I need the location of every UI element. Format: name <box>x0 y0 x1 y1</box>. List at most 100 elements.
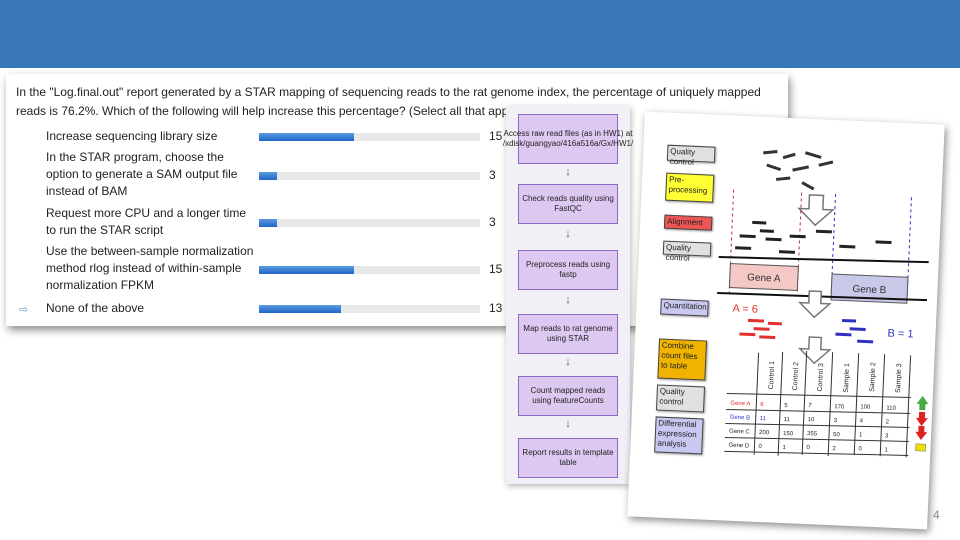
flow-step-3: Preprocess reads using fastp <box>518 250 618 290</box>
table-cell: 0 <box>806 445 810 451</box>
gene-a-boundary <box>728 189 803 297</box>
row-gene-c: Gene C <box>729 429 751 436</box>
poll-option-3-bar-fill <box>259 219 277 227</box>
poll-option-4-label: Use the between-sample normalization met… <box>46 244 254 292</box>
diagram-label-quantitation: Quantitation <box>660 298 709 317</box>
table-cell: 1 <box>859 432 863 438</box>
col-sample-2: Sample 2 <box>869 362 877 392</box>
table-cell: 2 <box>832 446 836 452</box>
aligned-reads <box>735 220 892 254</box>
table-cell: 3 <box>834 418 838 424</box>
flow-step-5: Count mapped reads using featureCounts <box>518 376 618 416</box>
col-control-3: Control 3 <box>817 363 825 392</box>
table-cell: 6 <box>760 402 764 408</box>
diagram-label-quality-control-2: Quality control <box>662 240 712 263</box>
table-cell: 0 <box>858 446 862 452</box>
diagram-card: Quality control Pre-processing Alignment… <box>627 111 945 530</box>
poll-option-3-count: 3 <box>489 215 496 229</box>
gene-b-label: Gene B <box>852 284 887 296</box>
gene-a-box <box>728 263 799 291</box>
table-cell: 1 <box>884 447 888 453</box>
poll-option-5-label: None of the above <box>46 301 145 315</box>
poll-option-4-bar-fill <box>259 266 355 274</box>
gene-a-count: A = 6 <box>732 303 758 316</box>
genome-line <box>718 256 929 264</box>
diagram-label-alignment: Alignment <box>663 214 713 231</box>
table-cell: 4 <box>860 418 864 424</box>
gene-b-boundary <box>830 194 912 302</box>
slide-number: 4 <box>933 508 940 522</box>
down-arrow-icon <box>797 336 832 365</box>
poll-option-3-bar <box>259 219 480 227</box>
row-gene-d: Gene D <box>728 443 750 450</box>
table-cell: 50 <box>833 432 841 438</box>
poll-option-1-bar <box>259 133 480 141</box>
poll-option-5-bar <box>259 305 480 313</box>
poll-option-5-bar-fill <box>259 305 341 313</box>
diagram-label-quality-control-3: Quality control <box>655 384 706 413</box>
flow-arrow-icon: ↓ <box>565 228 571 240</box>
poll-option-2-count: 3 <box>489 168 496 182</box>
gene-a-label: Gene A <box>747 272 781 284</box>
poll-option-2-bar <box>259 172 480 180</box>
down-red-arrow-icon <box>915 425 928 440</box>
flow-step-4: Map reads to rat genome using STAR <box>518 314 618 354</box>
table-cell: 11 <box>784 417 791 423</box>
poll-option-5-count: 13 <box>489 301 503 315</box>
selected-arrow-icon: ⇨ <box>19 304 29 316</box>
diagram-label-quality-control-1: Quality control <box>666 144 716 167</box>
col-control-1: Control 1 <box>768 361 776 390</box>
poll-option-2-label: In the STAR program, choose the option t… <box>46 150 238 198</box>
poll-option-4-count: 15 <box>489 262 503 276</box>
table-cell: 11 <box>760 416 767 422</box>
table-cell: 3 <box>885 433 889 439</box>
col-sample-1: Sample 1 <box>843 363 851 393</box>
poll-option-1-count: 15 <box>489 129 503 143</box>
table-cell: 150 <box>783 431 794 437</box>
table-cell: 355 <box>807 431 818 437</box>
poll-option-1-bar-fill <box>259 133 355 141</box>
title-banner <box>0 0 960 68</box>
flow-arrow-icon: ↓ <box>565 294 571 306</box>
diagram-label-combine-counts: Combine count files to table <box>657 338 708 381</box>
rnaseq-pipeline-diagram: Quality control Pre-processing Alignment… <box>627 111 945 530</box>
table-cell: 1 <box>782 445 786 451</box>
table-cell: 170 <box>834 404 845 410</box>
count-table: Control 1 Control 2 Control 3 Sample 1 S… <box>724 350 929 458</box>
flow-arrow-icon: ↓ <box>565 166 571 178</box>
workflow-flowchart: Access raw read files (as in HW1) at /xd… <box>503 106 633 484</box>
gene-b-box <box>830 273 909 304</box>
table-cell: 5 <box>784 403 788 409</box>
raw-reads-icon <box>763 149 834 191</box>
flow-step-6: Report results in template table <box>518 438 618 478</box>
no-change-marker-icon <box>915 443 926 452</box>
down-arrow-icon <box>797 290 832 319</box>
row-gene-b: Gene B <box>730 415 751 422</box>
table-cell: 110 <box>886 405 896 411</box>
table-cell: 7 <box>808 403 812 409</box>
down-arrow-icon <box>797 194 835 227</box>
gene-b-reads <box>835 318 874 344</box>
flow-step-2: Check reads quality using FastQC <box>518 184 618 224</box>
diagram-label-preprocessing: Pre-processing <box>665 172 715 203</box>
genome-line-lower <box>717 291 928 302</box>
table-cell: 2 <box>886 419 890 425</box>
poll-option-1-label: Increase sequencing library size <box>46 129 218 143</box>
up-arrow-icon <box>916 396 929 411</box>
poll-option-3-label: Request more CPU and a longer time to ru… <box>46 206 247 237</box>
gene-a-reads <box>739 318 782 340</box>
table-cell: 100 <box>860 404 871 410</box>
diagram-label-differential-expression: Differential expression analysis <box>654 416 704 455</box>
col-sample-3: Sample 3 <box>895 363 903 393</box>
gene-b-count: B = 1 <box>887 327 913 340</box>
col-control-2: Control 2 <box>792 362 800 391</box>
down-red-arrow-icon <box>915 411 928 427</box>
poll-option-2-bar-fill <box>259 172 277 180</box>
flow-arrow-icon: ↓ <box>565 418 571 430</box>
table-cell: 10 <box>808 417 816 423</box>
table-cell: 200 <box>759 430 770 436</box>
row-gene-a: Gene A <box>730 401 750 408</box>
table-cell: 0 <box>758 444 762 450</box>
flow-arrow-icon: ↓ <box>565 356 571 368</box>
flow-step-1: Access raw read files (as in HW1) at /xd… <box>503 114 633 164</box>
